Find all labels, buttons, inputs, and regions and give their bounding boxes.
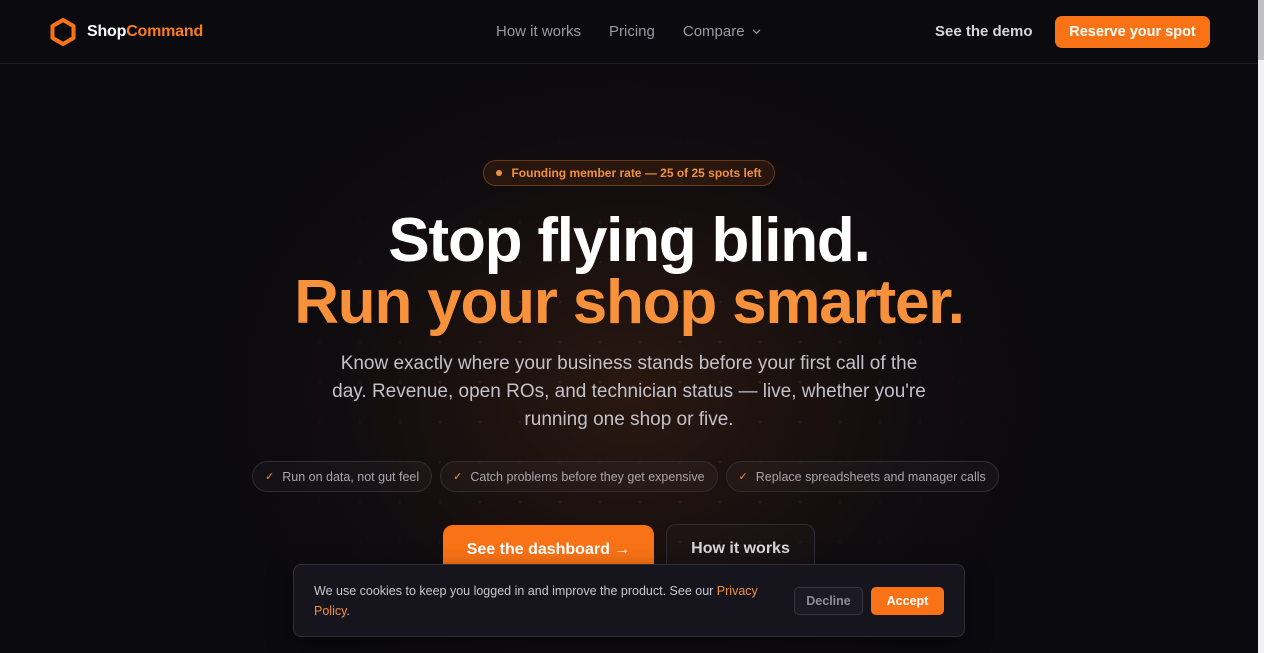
nav-link-pricing[interactable]: Pricing xyxy=(609,23,655,40)
headline-line-1: Stop flying blind. xyxy=(388,206,870,275)
nav-link-compare[interactable]: Compare xyxy=(683,23,761,40)
chevron-down-icon xyxy=(752,29,760,34)
hero-subtitle: Know exactly where your business stands … xyxy=(332,353,926,430)
reserve-spot-button[interactable]: Reserve your spot xyxy=(1055,16,1210,48)
page-scrollbar[interactable] xyxy=(1258,0,1264,653)
benefit-pill: ✓ Catch problems before they get expensi… xyxy=(440,461,718,492)
check-icon: ✓ xyxy=(738,471,748,483)
benefit-pill: ✓ Run on data, not gut feel xyxy=(252,461,433,492)
cookie-message-end: . xyxy=(346,604,350,618)
cookie-message: We use cookies to keep you logged in and… xyxy=(314,581,789,621)
cookie-message-text: We use cookies to keep you logged in and… xyxy=(314,584,717,598)
brand-name: ShopCommand xyxy=(87,23,203,41)
hexagon-logo-icon xyxy=(50,18,76,46)
nav-links: How it works Pricing Compare xyxy=(496,23,761,40)
nav-link-compare-label: Compare xyxy=(682,23,745,40)
badge-text: Founding member rate — 25 of 25 spots le… xyxy=(511,166,762,180)
headline-line-2: Run your shop smarter. xyxy=(294,268,965,337)
benefit-pill-label: Run on data, not gut feel xyxy=(282,469,420,484)
brand-name-command: Command xyxy=(126,23,204,40)
benefit-pill-label: Catch problems before they get expensive xyxy=(470,469,705,484)
scrollbar-thumb[interactable] xyxy=(1258,0,1264,60)
top-navigation: ShopCommand How it works Pricing Compare… xyxy=(0,0,1258,64)
decline-cookies-button[interactable]: Decline xyxy=(794,587,863,615)
brand-name-shop: Shop xyxy=(87,23,127,40)
brand-logo[interactable]: ShopCommand xyxy=(50,18,203,46)
check-icon: ✓ xyxy=(265,471,275,483)
benefit-pills: ✓ Run on data, not gut feel ✓ Catch prob… xyxy=(252,461,999,492)
founding-member-badge: Founding member rate — 25 of 25 spots le… xyxy=(483,160,775,186)
cookie-banner: We use cookies to keep you logged in and… xyxy=(293,564,965,637)
benefit-pill-label: Replace spreadsheets and manager calls xyxy=(755,469,986,484)
dot-icon xyxy=(496,170,503,176)
check-icon: ✓ xyxy=(453,471,463,483)
accept-cookies-button[interactable]: Accept xyxy=(871,587,944,615)
nav-link-how-it-works[interactable]: How it works xyxy=(496,23,581,40)
see-demo-link[interactable]: See the demo xyxy=(935,23,1033,40)
benefit-pill: ✓ Replace spreadsheets and manager calls xyxy=(725,461,999,492)
